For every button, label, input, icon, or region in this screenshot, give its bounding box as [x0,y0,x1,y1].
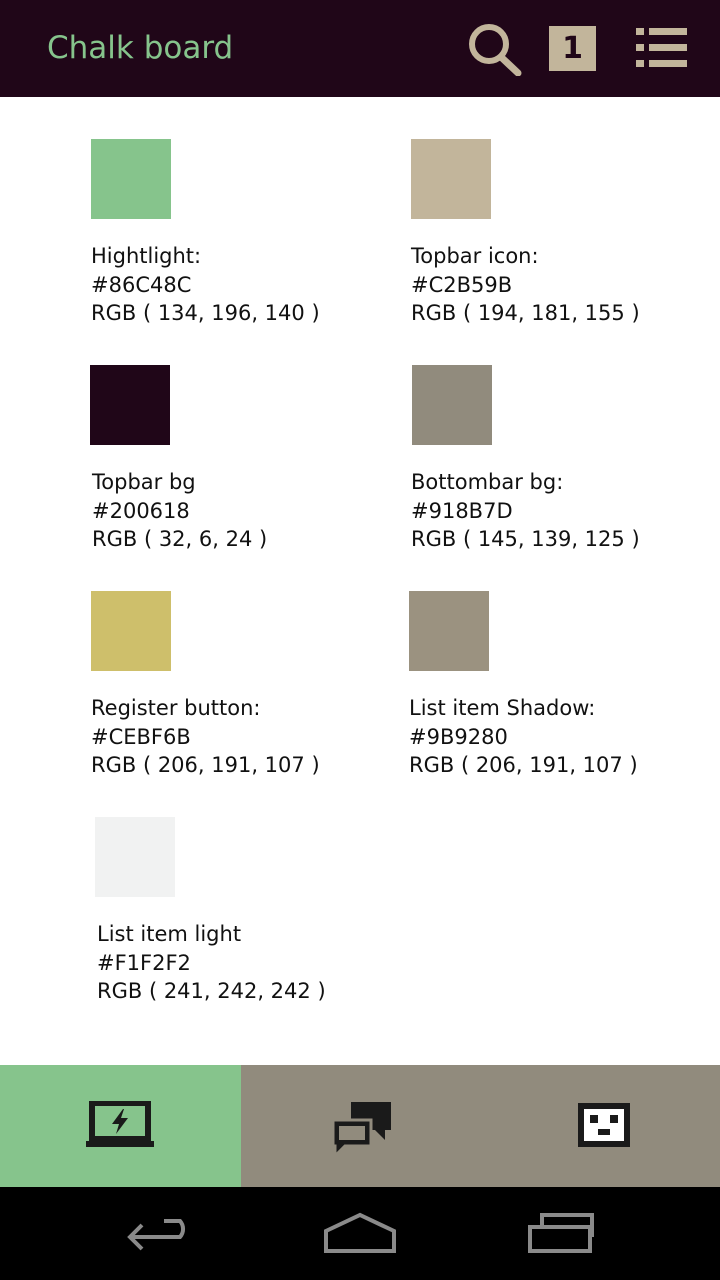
color-chip [95,817,175,897]
laptop-lightning-icon [86,1101,154,1147]
tab-profile[interactable] [481,1065,720,1187]
color-label: Register button: [91,696,261,720]
pixel-face-icon [578,1103,630,1147]
back-icon[interactable] [124,1207,196,1257]
color-hex: #200618 [92,498,190,523]
color-rgb: RGB ( 145, 139, 125 ) [411,527,640,551]
color-rgb: RGB ( 241, 242, 242 ) [97,979,326,1003]
color-swatch-topbar-bg: Topbar bg #200618 RGB ( 32, 6, 24 ) [90,365,351,551]
color-chip [91,591,171,671]
color-rgb: RGB ( 206, 191, 107 ) [409,753,638,777]
color-chip [90,365,170,445]
color-label: List item Shadow: [409,696,596,720]
color-rgb: RGB ( 32, 6, 24 ) [92,527,268,551]
color-chip [91,139,171,219]
menu-list-icon[interactable] [636,20,688,76]
color-hex: #9B9280 [409,724,508,749]
color-hex: #CEBF6B [91,724,191,749]
color-chip [409,591,489,671]
recent-apps-icon[interactable] [526,1207,598,1257]
color-swatch-list-item-shadow: List item Shadow: #9B9280 RGB ( 206, 191… [409,591,669,777]
color-hex: #918B7D [411,498,513,523]
top-app-bar: Chalk board 1 [0,0,720,97]
notification-badge[interactable]: 1 [549,26,596,71]
color-swatch-register-button: Register button: #CEBF6B RGB ( 206, 191,… [91,591,351,777]
color-swatch-bottombar-bg: Bottombar bg: #918B7D RGB ( 145, 139, 12… [411,365,671,551]
color-label: Topbar bg [92,470,196,494]
color-label: Topbar icon: [411,244,539,268]
color-chip [411,139,491,219]
color-rgb: RGB ( 206, 191, 107 ) [91,753,320,777]
bottom-tab-bar [0,1065,720,1187]
color-label: List item light [97,922,242,946]
color-label: Bottombar bg: [411,470,564,494]
color-rgb: RGB ( 194, 181, 155 ) [411,301,640,325]
color-hex: #F1F2F2 [97,950,191,975]
color-chip [412,365,492,445]
color-rgb: RGB ( 134, 196, 140 ) [91,301,320,325]
color-hex: #C2B59B [411,272,513,297]
tab-dashboard[interactable] [0,1065,241,1187]
search-icon[interactable] [465,20,523,76]
chat-bubbles-icon [331,1102,391,1156]
color-label: Hightlight: [91,244,202,268]
system-nav-bar [0,1187,720,1280]
color-swatch-list-item-light: List item light #F1F2F2 RGB ( 241, 242, … [95,817,355,1003]
color-swatch-highlight: Hightlight: #86C48C RGB ( 134, 196, 140 … [91,139,351,325]
color-hex: #86C48C [91,272,192,297]
home-icon[interactable] [322,1207,398,1257]
tab-chat[interactable] [241,1065,481,1187]
app-title: Chalk board [47,30,234,66]
color-swatch-topbar-icon: Topbar icon: #C2B59B RGB ( 194, 181, 155… [411,139,671,325]
